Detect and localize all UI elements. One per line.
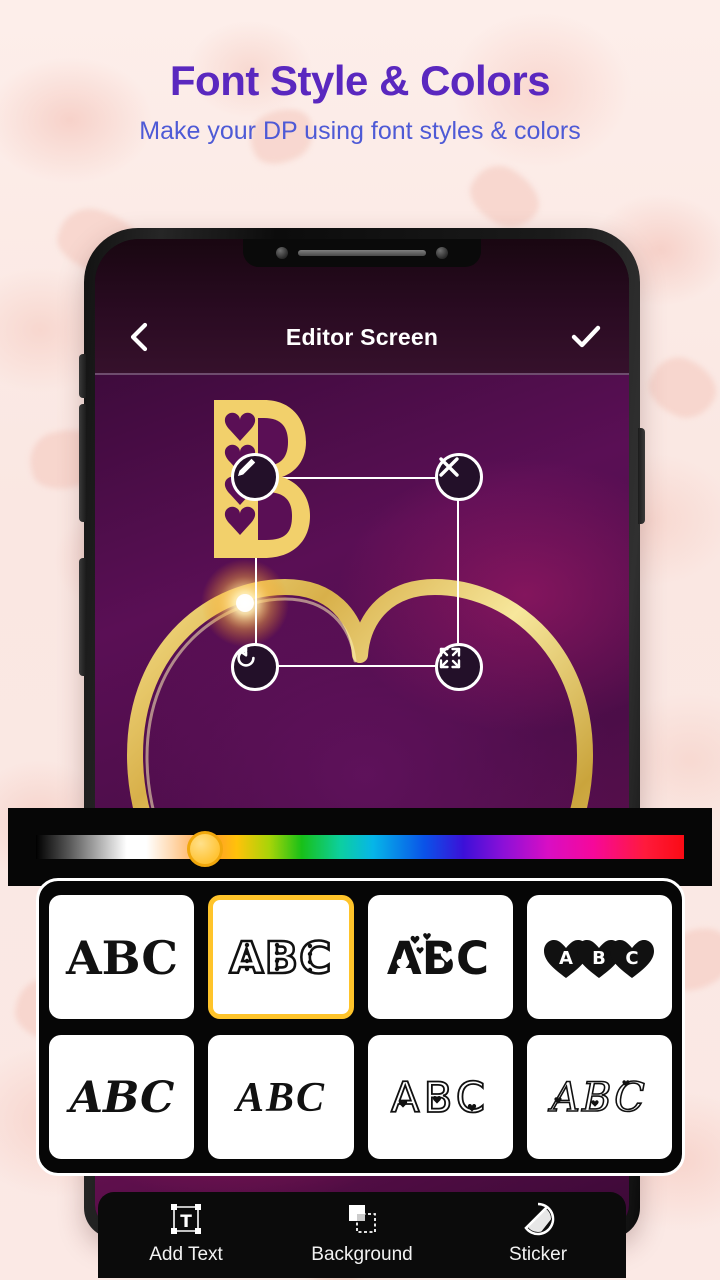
expand-icon [439, 647, 461, 669]
page-heading-block: Font Style & Colors Make your DP using f… [0, 57, 720, 146]
font-tile[interactable]: ABC [526, 1035, 672, 1159]
phone-power-button[interactable] [638, 428, 645, 524]
font-preview-bold-sans-hearts: ABC [387, 932, 489, 985]
font-tile[interactable]: ABC [49, 895, 195, 1019]
font-style-grid: ABC ABC ABC A B C ABC ABC ABC ABC [49, 895, 672, 1159]
font-preview-heart-capsules: ABC ABC [544, 940, 655, 978]
background-layers-icon [345, 1200, 379, 1238]
font-style-panel: ABC ABC ABC A B C ABC ABC ABC ABC [36, 878, 685, 1176]
font-preview-brush-script: ABC [65, 1073, 174, 1123]
font-tile[interactable]: ABC ABC [526, 895, 672, 1019]
close-icon [439, 457, 459, 477]
phone-mute-switch[interactable] [79, 354, 86, 398]
font-preview-thin-sans-hearts: ABC [390, 1072, 486, 1123]
font-tile-label: ABC [233, 1075, 326, 1121]
phone-notch [243, 239, 481, 267]
page-subtitle: Make your DP using font styles & colors [139, 117, 581, 146]
back-button[interactable] [121, 320, 155, 354]
proximity-sensor-icon [436, 247, 448, 259]
font-tile-selected[interactable]: ABC [208, 895, 354, 1019]
check-icon [571, 325, 601, 348]
font-tile-label: ABC [387, 932, 489, 985]
color-slider-panel [8, 808, 712, 886]
svg-text:C: C [626, 948, 639, 969]
nav-label: Background [311, 1244, 413, 1265]
earpiece-speaker [298, 250, 426, 256]
font-preview-beaded-outline: ABC [228, 932, 332, 986]
delete-text-handle[interactable] [435, 453, 483, 501]
phone-volume-up-button[interactable] [79, 404, 86, 522]
nav-item-background[interactable]: Background [287, 1200, 437, 1266]
font-tile[interactable]: ABC [367, 895, 513, 1019]
svg-text:A: A [559, 948, 573, 969]
font-tile-label: ABC [65, 1073, 174, 1123]
screenshot-root: Font Style & Colors Make your DP using f… [0, 0, 720, 1280]
font-tile[interactable]: ABC [49, 1035, 195, 1159]
confirm-button[interactable] [569, 320, 603, 354]
svg-text:T: T [180, 1212, 192, 1232]
chevron-left-icon [130, 322, 148, 352]
font-preview-thin-heart-script: ABC [547, 1074, 648, 1122]
font-preview-bold-script-serif: ABC [233, 1075, 326, 1121]
resize-text-handle[interactable] [435, 643, 483, 691]
nav-label: Sticker [508, 1244, 568, 1265]
font-tile[interactable]: ABC [208, 1035, 354, 1159]
nav-label: Add Text [149, 1244, 223, 1265]
text-frame-icon: T [169, 1200, 203, 1238]
color-slider-thumb[interactable] [187, 831, 223, 867]
sticker-circle-icon [521, 1200, 555, 1238]
font-tile-label: ABC [548, 1075, 648, 1121]
nav-item-add-text[interactable]: T Add Text [111, 1200, 261, 1266]
color-hue-slider[interactable] [36, 835, 684, 859]
svg-text:B: B [593, 948, 607, 969]
edit-text-handle[interactable] [231, 453, 279, 501]
text-selection-frame[interactable] [214, 400, 483, 691]
font-tile[interactable]: ABC [367, 1035, 513, 1159]
front-camera-icon [276, 247, 288, 259]
font-tile-label: ABC [229, 933, 332, 984]
page-title: Font Style & Colors [169, 57, 551, 104]
font-tile-label: ABC [65, 931, 178, 985]
screen-title: Editor Screen [285, 323, 439, 350]
phone-volume-down-button[interactable] [79, 558, 86, 676]
font-preview-bold-slab: ABC [65, 931, 178, 985]
rotate-text-handle[interactable] [231, 643, 279, 691]
pencil-icon [238, 458, 256, 476]
rotate-icon [237, 646, 255, 667]
bottom-toolbar: T Add Text Background Sticker [98, 1192, 626, 1278]
appbar-divider [95, 373, 629, 375]
nav-item-sticker[interactable]: Sticker [463, 1200, 613, 1266]
